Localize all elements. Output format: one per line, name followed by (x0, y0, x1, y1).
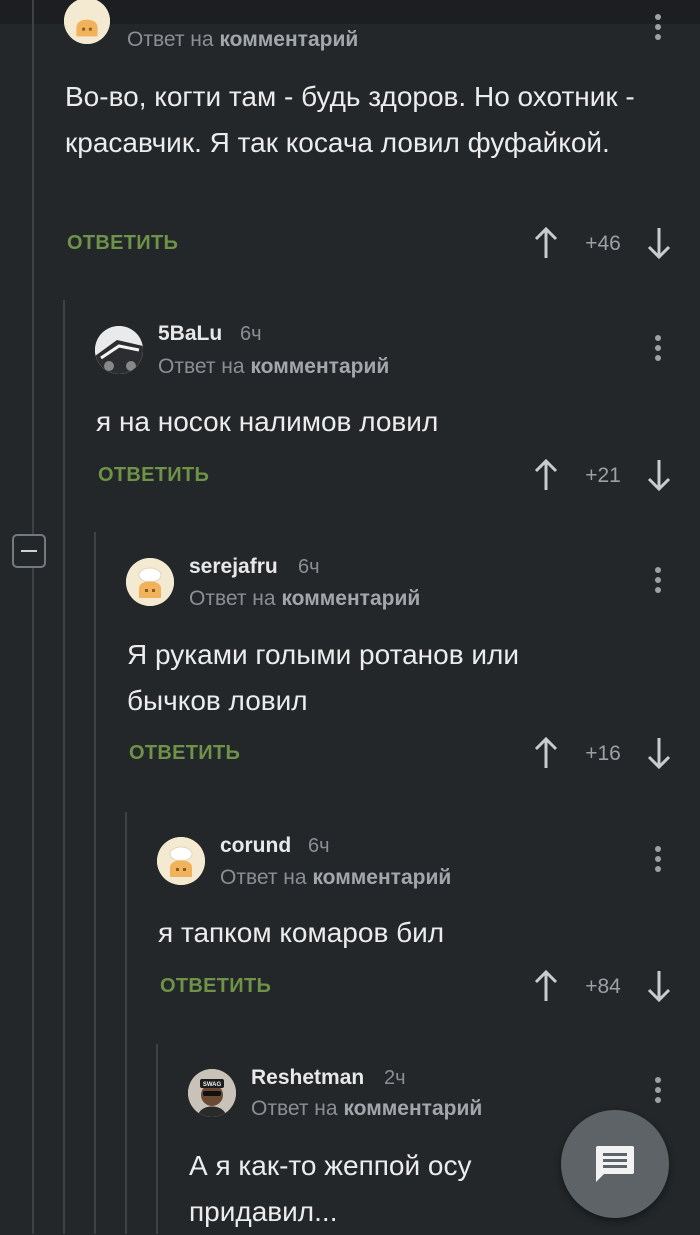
reply-to-label: Ответ на комментарий (251, 1097, 483, 1120)
upvote-button[interactable] (532, 226, 560, 260)
comment-menu-button[interactable] (648, 563, 668, 597)
comment-text: Я руками голыми ротанов или бычков ловил (127, 639, 519, 716)
comment-author[interactable]: Reshetman (251, 1066, 364, 1090)
comment-text: я тапком комаров бил (158, 917, 445, 948)
arrow-down-icon (647, 228, 671, 260)
thread-line (125, 812, 127, 1234)
thread-line (94, 532, 96, 1234)
avatar[interactable] (95, 326, 143, 374)
comment-author[interactable]: corund (220, 834, 291, 858)
more-vertical-icon (655, 335, 661, 361)
reply-button[interactable]: ОТВЕТИТЬ (98, 464, 209, 487)
upvote-button[interactable] (532, 458, 560, 492)
reply-to-link[interactable]: комментарий (219, 28, 358, 51)
upvote-button[interactable] (532, 969, 560, 1003)
upvote-button[interactable] (532, 736, 560, 770)
downvote-button[interactable] (645, 969, 673, 1003)
reply-to-link[interactable]: комментарий (281, 587, 420, 610)
avatar[interactable]: SWAG (188, 1069, 236, 1117)
reply-button[interactable]: ОТВЕТИТЬ (160, 975, 271, 998)
comment-menu-button[interactable] (648, 10, 668, 44)
arrow-up-icon (534, 226, 558, 258)
reply-to-label: Ответ на комментарий (220, 866, 452, 889)
avatar[interactable] (157, 837, 205, 885)
rating-value: +84 (585, 975, 621, 998)
collapse-thread-button[interactable] (12, 534, 46, 568)
reply-to-link[interactable]: комментарий (312, 866, 451, 889)
arrow-up-icon (534, 969, 558, 1001)
reply-to-label: Ответ на комментарий (127, 28, 359, 51)
comment-time: 6ч (298, 556, 320, 578)
comment-icon (596, 1146, 634, 1182)
arrow-up-icon (534, 736, 558, 768)
rating-value: +46 (585, 232, 621, 255)
comment-menu-button[interactable] (648, 331, 668, 365)
downvote-button[interactable] (645, 226, 673, 260)
reply-to-label: Ответ на комментарий (158, 355, 390, 378)
comment-menu-button[interactable] (648, 842, 668, 876)
comment-time: 6ч (240, 323, 262, 345)
arrow-down-icon (647, 971, 671, 1003)
reply-to-link[interactable]: комментарий (250, 355, 389, 378)
comment-author[interactable]: 5BaLu (158, 322, 222, 346)
comment-time: 6ч (308, 835, 330, 857)
more-vertical-icon (655, 846, 661, 872)
comment-time: 2ч (384, 1067, 406, 1089)
add-comment-fab[interactable] (561, 1110, 669, 1218)
comment-author[interactable]: serejafru (189, 555, 278, 579)
arrow-down-icon (647, 460, 671, 492)
reply-button[interactable]: ОТВЕТИТЬ (67, 232, 178, 255)
rating-value: +16 (585, 742, 621, 765)
thread-line (156, 1044, 158, 1234)
comment-menu-button[interactable] (648, 1073, 668, 1107)
more-vertical-icon (655, 14, 661, 40)
comment-text: Во-во, когти там - будь здоров. Но охотн… (65, 81, 635, 158)
comment-text: я на носок налимов ловил (96, 406, 439, 437)
avatar[interactable] (64, 0, 110, 44)
downvote-button[interactable] (645, 736, 673, 770)
downvote-button[interactable] (645, 458, 673, 492)
more-vertical-icon (655, 1077, 661, 1103)
reply-to-label: Ответ на комментарий (189, 587, 421, 610)
more-vertical-icon (655, 567, 661, 593)
reply-button[interactable]: ОТВЕТИТЬ (129, 742, 240, 765)
reply-to-link[interactable]: комментарий (343, 1097, 482, 1120)
thread-line (63, 300, 65, 1234)
avatar-cap-text: SWAG (203, 1082, 222, 1088)
avatar[interactable] (126, 558, 174, 606)
arrow-down-icon (647, 738, 671, 770)
arrow-up-icon (534, 458, 558, 490)
comment-text: А я как-то жеппой осу придавил... (189, 1150, 472, 1227)
thread-line (32, 0, 34, 1234)
minus-icon (21, 550, 37, 552)
rating-value: +21 (585, 464, 621, 487)
